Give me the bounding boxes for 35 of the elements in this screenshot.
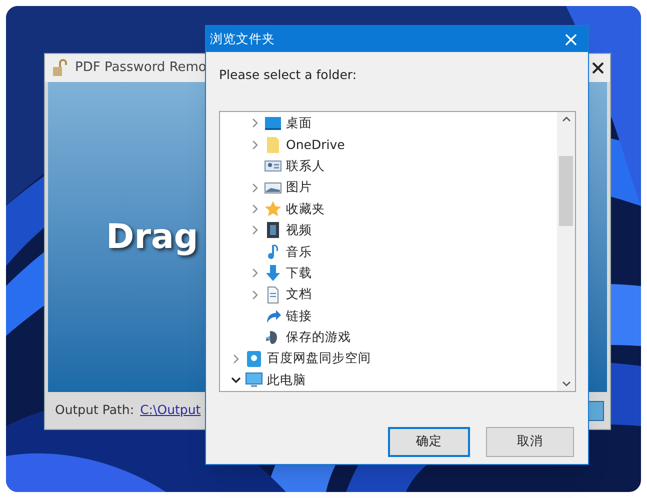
tree-item[interactable]: 文档 [286,288,312,301]
film-icon [264,221,282,240]
tree-item[interactable]: OneDrive [286,138,345,152]
chevron-icon[interactable] [230,375,240,386]
folder-icon [264,136,282,154]
tree-item[interactable]: 链接 [286,310,312,322]
close-button[interactable]: × [554,26,588,52]
drop-text: Drag [106,216,198,258]
tree-item[interactable]: 视频 [286,224,312,237]
tree-item[interactable]: 音乐 [286,246,312,258]
monitor-icon [264,114,282,132]
output-path-link[interactable]: C:\Output [140,401,201,420]
tree-item[interactable]: 桌面 [286,117,312,130]
down-arrow-icon [264,264,282,282]
tree-item[interactable]: 联系人 [286,160,325,172]
scroll-up-icon[interactable] [562,116,570,122]
dialog-title: 浏览文件夹 [210,30,276,48]
scroll-thumb[interactable] [559,156,573,226]
dialog-button[interactable]: 确定 [388,426,470,457]
window-title: PDF Password Remo [75,59,206,78]
close-icon[interactable] [592,62,604,74]
output-path-label: Output Path: [55,401,134,420]
tree-item[interactable]: 百度网盘同步空间 [267,352,371,365]
tree-item[interactable]: 保存的游戏 [286,331,351,344]
star-icon [264,200,282,218]
cloud-drive-icon [245,350,263,368]
computer-icon [245,371,263,390]
tree-item[interactable]: 此电脑 [267,374,306,386]
tree-item[interactable]: 收藏夹 [286,202,325,216]
scroll-down-icon[interactable] [562,380,570,387]
scrollbar[interactable] [557,112,575,391]
tree-item[interactable]: 下载 [286,266,312,280]
tree-item[interactable]: 图片 [286,181,312,194]
prompt-text: Please select a folder: [219,66,357,84]
dialog-button[interactable]: 取消 [486,426,574,457]
